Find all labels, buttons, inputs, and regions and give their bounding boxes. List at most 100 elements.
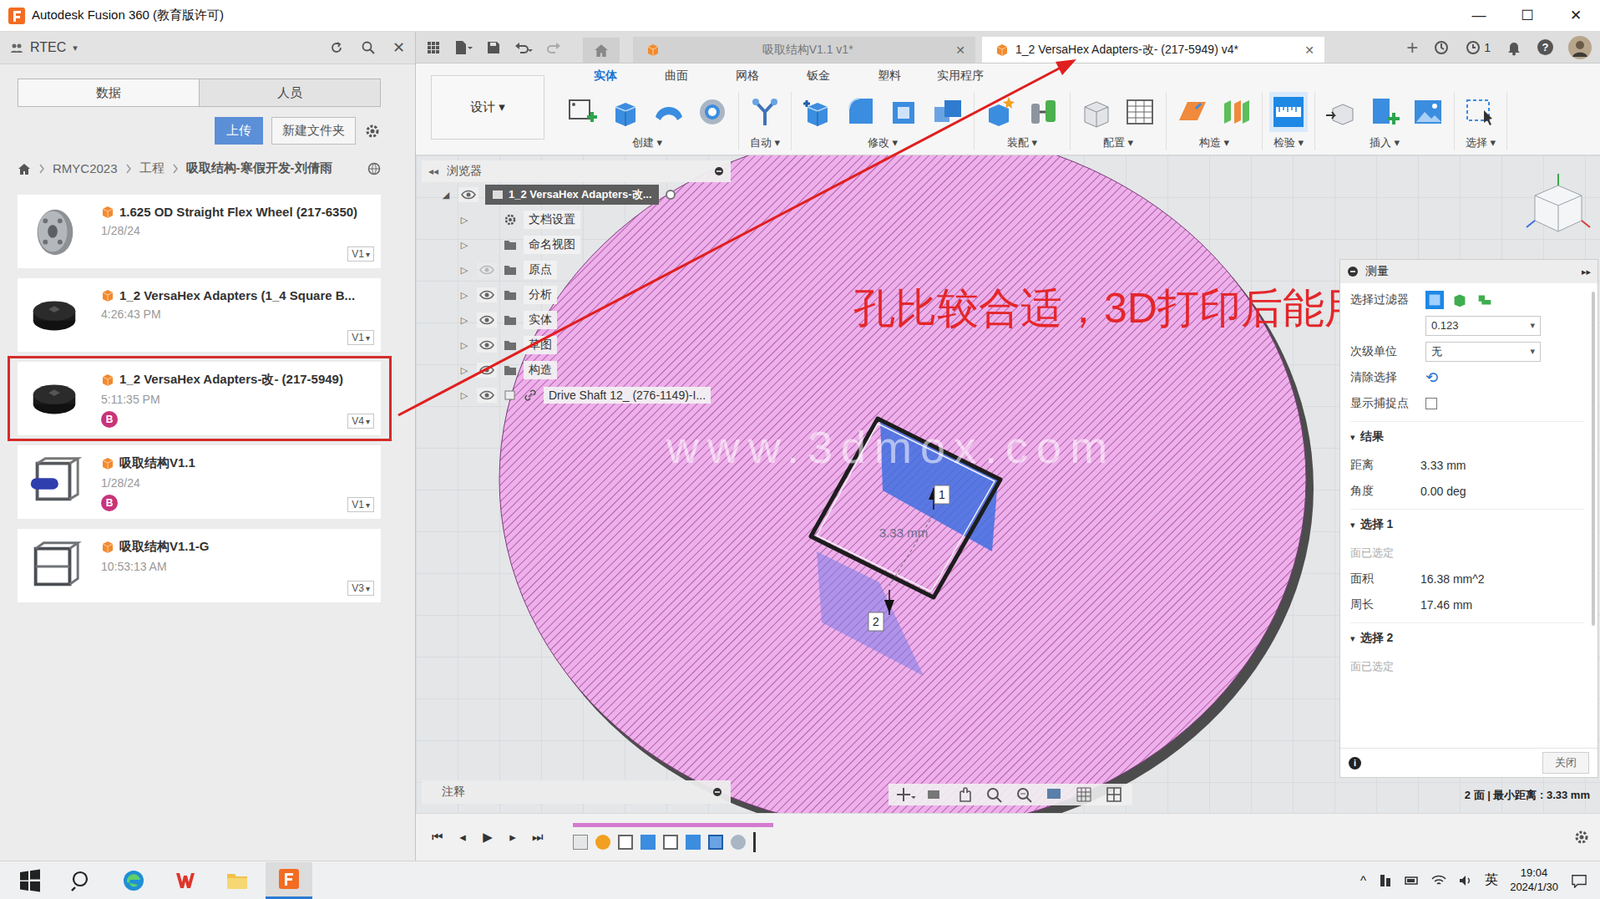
tool-group-label[interactable]: 装配 ▾	[1007, 135, 1038, 151]
save-icon[interactable]	[486, 40, 502, 56]
cut-feature-icon[interactable]	[708, 834, 724, 850]
tool-button[interactable]	[1216, 91, 1256, 132]
sketch-feature-icon[interactable]	[617, 834, 633, 850]
tool-button[interactable]	[1173, 91, 1212, 132]
window-control[interactable]: ☐	[1503, 0, 1552, 31]
extrude-feature-icon[interactable]	[640, 834, 656, 850]
notification-icon[interactable]	[1569, 872, 1589, 888]
tool-group-label[interactable]: 自动 ▾	[749, 135, 780, 151]
window-control[interactable]: ✕	[1551, 0, 1600, 31]
refresh-icon[interactable]	[329, 40, 345, 56]
grid-icon[interactable]	[425, 40, 441, 56]
tool-button[interactable]	[841, 91, 881, 132]
checkbox[interactable]	[1425, 397, 1438, 410]
panel-tab[interactable]: 数据	[18, 79, 199, 107]
show-hidden-icons[interactable]: ^	[1360, 872, 1367, 887]
close-button[interactable]: 关闭	[1542, 751, 1590, 774]
expand-button[interactable]: ▸▸	[1581, 266, 1591, 278]
document-tab[interactable]: 吸取结构V1.1 v1* ✕	[632, 36, 976, 63]
home-icon[interactable]	[17, 162, 31, 176]
version-dropdown[interactable]: V4▾	[347, 413, 375, 429]
panel-tab[interactable]: 人员	[198, 79, 380, 107]
timeline-control[interactable]: ◂	[455, 829, 470, 845]
ribbon-tab[interactable]: 实用程序	[929, 68, 991, 87]
record-icon[interactable]	[665, 189, 676, 200]
taskbar-app[interactable]	[6, 861, 54, 899]
sketch-feature-icon[interactable]	[663, 834, 679, 850]
tool-button[interactable]	[1024, 91, 1064, 132]
gear-icon[interactable]	[364, 122, 381, 140]
wifi-icon[interactable]	[1431, 872, 1447, 888]
info-icon[interactable]: i	[1348, 756, 1362, 770]
ribbon-tab[interactable]: 网格	[716, 68, 778, 87]
grid-settings-icon[interactable]	[1075, 785, 1096, 803]
app-tray-icon[interactable]	[1377, 872, 1393, 888]
eye-icon[interactable]	[476, 337, 497, 353]
fit-icon[interactable]	[1015, 785, 1036, 803]
bell-icon[interactable]	[1505, 39, 1523, 56]
tool-group-label[interactable]: 插入 ▾	[1369, 135, 1400, 151]
close-tab-button[interactable]: ✕	[955, 43, 966, 57]
tool-button[interactable]	[885, 91, 924, 132]
viewports-icon[interactable]	[1105, 785, 1126, 803]
version-dropdown[interactable]: V1▾	[347, 246, 375, 262]
joint-feature-icon[interactable]	[595, 834, 611, 850]
ribbon-tab[interactable]: 钣金	[787, 68, 849, 87]
tool-button[interactable]	[1120, 91, 1160, 132]
tool-button[interactable]	[1408, 91, 1448, 132]
dropdown[interactable]: 0.123▾	[1425, 315, 1541, 336]
pin-icon[interactable]	[713, 166, 725, 177]
tool-button[interactable]	[1365, 91, 1404, 132]
eye-icon[interactable]	[476, 287, 497, 303]
upload-button[interactable]: 上传	[214, 116, 264, 145]
tool-group-label[interactable]: 配置 ▾	[1103, 135, 1134, 151]
collapse-icon[interactable]	[1346, 265, 1359, 278]
result-section[interactable]: ▾选择 2	[1350, 622, 1585, 654]
gear-icon[interactable]	[1573, 828, 1590, 846]
browser-item[interactable]: ▷ 草图	[421, 332, 731, 358]
clear-selection-button[interactable]: ⟲	[1425, 368, 1438, 387]
notes-panel[interactable]: 注释	[421, 779, 731, 804]
tool-group-label[interactable]: 构造 ▾	[1199, 135, 1230, 151]
file-card[interactable]: 1_2 VersaHex Adapters-改- (217-5949) 5:11…	[17, 361, 381, 436]
browser-root[interactable]: ◢ 1_2 VersaHex Adapters-改...	[421, 182, 731, 208]
new-folder-button[interactable]: 新建文件夹	[271, 116, 356, 145]
look-at-icon[interactable]	[925, 785, 946, 803]
taskbar-app[interactable]	[110, 861, 157, 899]
file-card[interactable]: 1_2 VersaHex Adapters (1_4 Square B... 4…	[17, 278, 381, 352]
view-cube-icon[interactable]	[1526, 173, 1590, 232]
measure-feature-icon[interactable]	[730, 834, 746, 850]
extrude-feature-icon[interactable]	[685, 834, 701, 850]
home-tab[interactable]	[582, 37, 620, 63]
battery-icon[interactable]	[1404, 872, 1420, 888]
tool-button[interactable]	[745, 91, 785, 132]
taskbar-app[interactable]	[213, 861, 261, 899]
orbit-icon[interactable]	[895, 785, 916, 803]
file-card[interactable]: 吸取结构V1.1 1/28/24 B V1▾	[17, 445, 381, 519]
volume-icon[interactable]	[1458, 872, 1474, 888]
pin-icon[interactable]	[712, 786, 723, 797]
breadcrumb-item[interactable]: RMYC2023	[52, 161, 118, 176]
file-card[interactable]: 1.625 OD Straight Flex Wheel (217-6350) …	[17, 194, 381, 269]
tool-group-label[interactable]: 检验 ▾	[1273, 135, 1304, 151]
version-dropdown[interactable]: V1▾	[347, 329, 375, 345]
taskbar-app[interactable]	[58, 861, 106, 899]
globe-icon[interactable]	[367, 162, 381, 176]
user-avatar-icon[interactable]	[1568, 35, 1592, 60]
job-status[interactable]: 1	[1464, 39, 1491, 56]
pan-icon[interactable]	[955, 785, 976, 803]
tool-button[interactable]	[1461, 91, 1500, 132]
eye-icon[interactable]	[476, 362, 497, 378]
browser-item[interactable]: ▷ 文档设置	[421, 207, 731, 233]
selected-face-2[interactable]	[816, 551, 924, 676]
eye-icon[interactable]	[476, 262, 497, 278]
workspace-dropdown[interactable]: 设计 ▾	[430, 75, 545, 140]
ribbon-tab[interactable]: 曲面	[645, 68, 707, 87]
close-tab-button[interactable]: ✕	[1304, 43, 1315, 57]
tool-group-label[interactable]: 修改 ▾	[867, 135, 898, 151]
input-method[interactable]: 英	[1484, 870, 1499, 889]
zoom-icon[interactable]	[985, 785, 1006, 803]
version-dropdown[interactable]: V3▾	[347, 580, 375, 596]
collapse-browser-button[interactable]: ◂◂	[428, 165, 439, 178]
eye-icon[interactable]	[476, 387, 497, 403]
